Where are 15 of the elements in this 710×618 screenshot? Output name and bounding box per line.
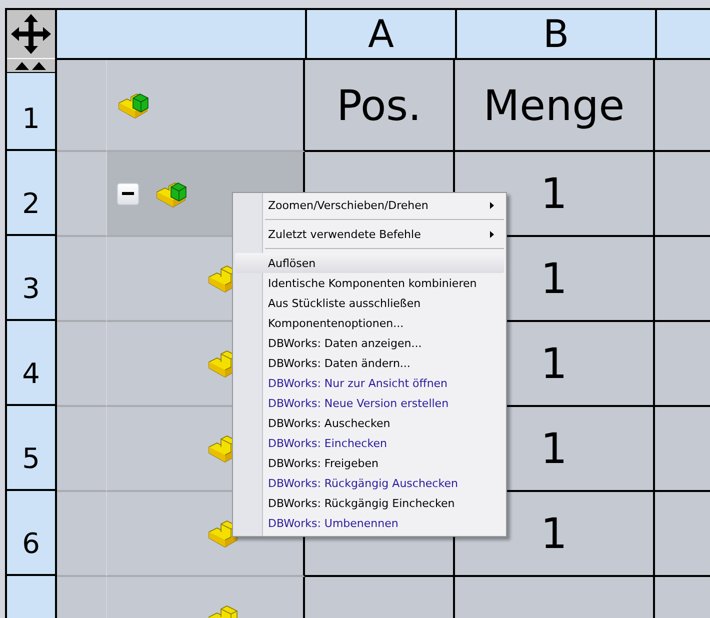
menu-item[interactable]: Auflösen bbox=[235, 253, 504, 273]
move-icon bbox=[9, 12, 53, 56]
column-header: A bbox=[307, 10, 457, 58]
row-header: 6 bbox=[7, 491, 55, 576]
column-header: B bbox=[457, 10, 657, 58]
row-header: 1 bbox=[7, 73, 55, 151]
row-header: 3 bbox=[7, 236, 55, 321]
submenu-arrow-icon bbox=[490, 230, 494, 238]
move-handle[interactable] bbox=[7, 10, 55, 59]
submenu-arrow-icon bbox=[490, 202, 494, 208]
up-triangles-icon bbox=[15, 61, 47, 70]
collapse-button[interactable] bbox=[7, 59, 55, 73]
row-header: 5 bbox=[7, 406, 55, 491]
row-header: 4 bbox=[7, 321, 55, 406]
row-header: 2 bbox=[7, 151, 55, 236]
